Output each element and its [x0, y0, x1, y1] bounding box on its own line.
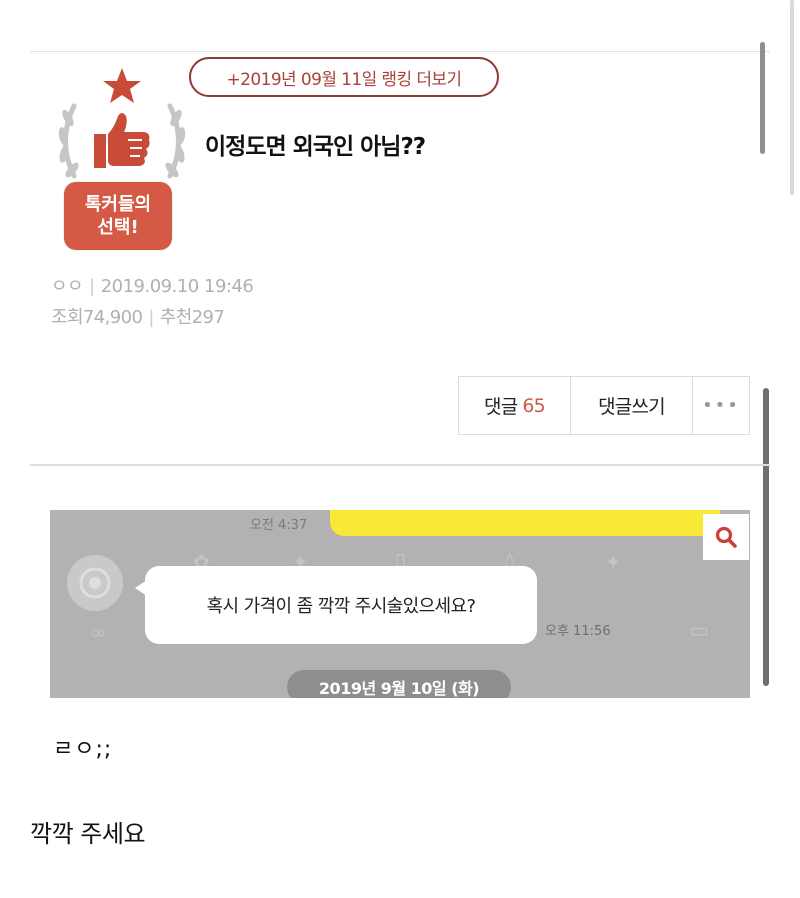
comments-label: 댓글	[484, 396, 518, 418]
content-divider	[30, 464, 770, 466]
badge-line-2: 선택!	[97, 217, 139, 238]
comments-button[interactable]: 댓글 65	[459, 377, 571, 434]
search-icon	[703, 514, 749, 560]
comments-count: 65	[522, 394, 545, 417]
scrollbar-thumb-middle[interactable]	[763, 388, 769, 686]
post-meta-author-date: ㅇㅇ | 2019.09.10 19:46	[51, 276, 254, 297]
page-scrollbar[interactable]	[790, 0, 794, 195]
views-label: 조회	[51, 307, 84, 328]
talkers-choice-badge: 톡커들의 선택!	[64, 182, 172, 250]
post-body-line-2: 깍깍 주세요	[30, 820, 146, 848]
post-action-buttons: 댓글 65 댓글쓰기 •••	[458, 376, 750, 435]
bicycle-pattern-icon: ∞	[90, 620, 107, 644]
chat-time-bottom: 오후 11:56	[545, 624, 611, 639]
badge-line-1: 톡커들의	[84, 194, 152, 215]
chat-profile-avatar	[67, 555, 123, 611]
sent-message-bubble	[330, 510, 720, 536]
post-body-line-1: ㄹㅇ;;	[53, 737, 113, 762]
post-title: 이정도면 외국인 아님??	[205, 134, 426, 160]
recommend-count: 297	[191, 307, 225, 328]
post-datetime: 2019.09.10 19:46	[100, 276, 254, 297]
star-pattern-icon: ✦	[605, 550, 622, 574]
write-comment-button[interactable]: 댓글쓰기	[571, 377, 693, 434]
views-count: 74,900	[82, 307, 143, 328]
received-message-bubble: 혹시 가격이 좀 깍깍 주시술있으세요?	[135, 566, 537, 644]
more-options-button[interactable]: •••	[693, 377, 749, 434]
recommend-label: 추천	[159, 307, 193, 328]
ranking-more-link[interactable]: +2019년 09월 11일 랭킹 더보기	[189, 57, 499, 97]
post-meta-stats: 조회74,900 | 추천297	[51, 307, 225, 328]
author-name[interactable]: ㅇㅇ	[51, 276, 84, 297]
chat-screenshot-image: 오전 4:37 ✿ ✦ ▯ ◊ ✦ ∞ ▭ 혹시 가격이 좀 깍깍 주시술있으세…	[50, 510, 750, 698]
sofa-pattern-icon: ▭	[690, 618, 709, 642]
top-divider	[30, 51, 770, 52]
chat-date-divider: 2019년 9월 10일 (화)	[287, 670, 511, 698]
scrollbar-thumb-top[interactable]	[760, 42, 765, 154]
chat-time-top: 오전 4:37	[250, 518, 308, 533]
